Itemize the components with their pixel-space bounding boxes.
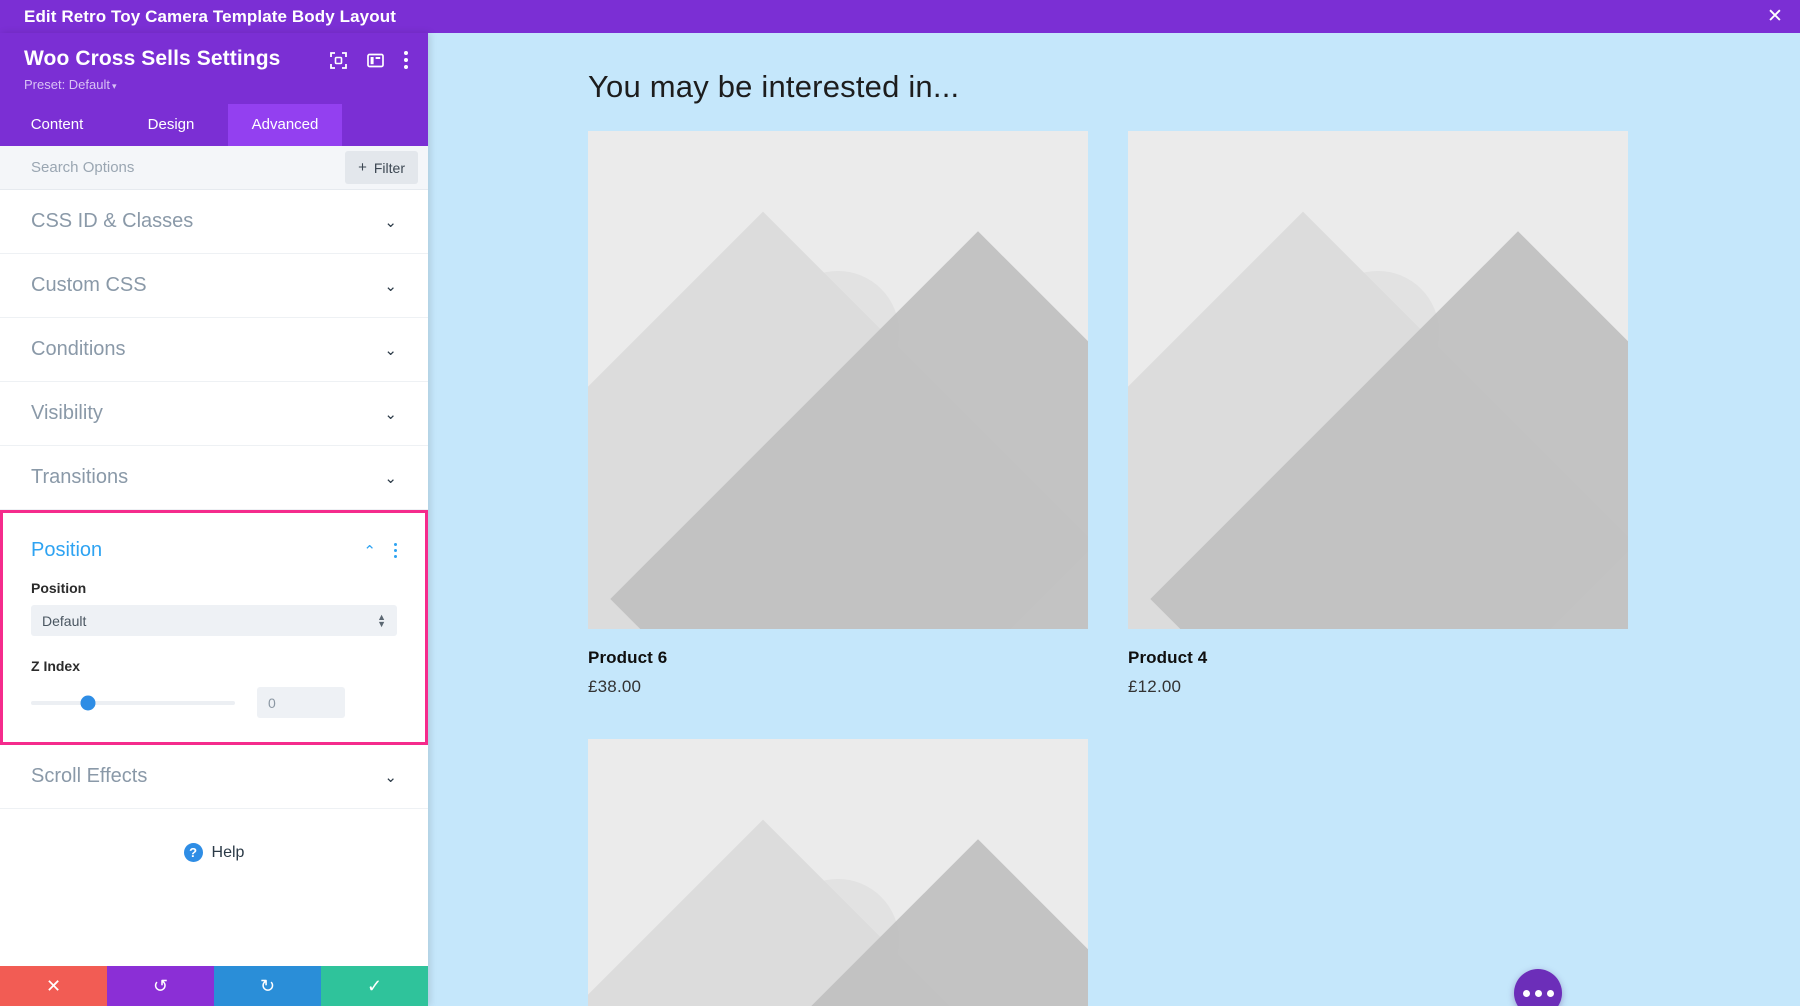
plus-icon: +	[358, 159, 367, 176]
more-vertical-icon[interactable]	[404, 51, 408, 69]
filter-label: Filter	[373, 159, 405, 176]
z-index-field-label: Z Index	[31, 658, 81, 674]
layout-panel-icon[interactable]	[367, 52, 384, 69]
panel-footer: ✕ ↺ ↻ ✓	[0, 966, 428, 1006]
chevron-down-icon: ⌄	[384, 213, 397, 231]
product-image-placeholder	[588, 131, 1088, 629]
section-label: Scroll Effects	[31, 765, 148, 787]
product-card[interactable]: Product 4 £12.00	[1128, 131, 1628, 697]
help-label: Help	[211, 843, 245, 861]
product-name: Product 6	[588, 648, 668, 667]
position-select-value: Default	[42, 612, 87, 629]
panel-tabs: Content Design Advanced	[0, 104, 428, 146]
filter-button[interactable]: + Filter	[345, 151, 418, 184]
product-name: Product 4	[1128, 648, 1208, 667]
settings-panel: Woo Cross Sells Settings Preset: Default…	[0, 33, 428, 1006]
chevron-down-icon: ⌄	[384, 469, 397, 487]
question-mark-icon: ?	[183, 843, 203, 862]
search-input[interactable]	[31, 159, 271, 176]
tab-advanced[interactable]: Advanced	[228, 104, 342, 146]
product-image-placeholder	[1128, 131, 1628, 629]
section-label: CSS ID & Classes	[31, 210, 194, 232]
section-custom-css[interactable]: Custom CSS ⌄	[0, 254, 428, 318]
save-button[interactable]: ✓	[321, 966, 428, 1006]
z-index-input[interactable]	[257, 687, 345, 718]
window-titlebar: Edit Retro Toy Camera Template Body Layo…	[0, 0, 1800, 33]
chevron-down-icon: ▾	[112, 81, 117, 91]
position-select[interactable]: Default ▲ ▼	[31, 605, 397, 636]
window-title: Edit Retro Toy Camera Template Body Layo…	[24, 6, 396, 26]
section-conditions[interactable]: Conditions ⌄	[0, 318, 428, 382]
more-vertical-icon[interactable]	[394, 543, 397, 558]
preview-canvas: You may be interested in... Product 6 £3…	[428, 33, 1800, 1006]
position-field: Position Default ▲ ▼	[3, 570, 425, 636]
options-sections: CSS ID & Classes ⌄ Custom CSS ⌄ Conditio…	[0, 190, 428, 966]
section-visibility[interactable]: Visibility ⌄	[0, 382, 428, 446]
product-grid: Product 6 £38.00 Product 4 £12.00	[588, 131, 1800, 1006]
cross-sells-heading: You may be interested in...	[588, 69, 960, 104]
chevron-updown-icon: ▲ ▼	[377, 611, 386, 629]
product-image-placeholder	[588, 739, 1088, 1006]
section-label: Conditions	[31, 338, 126, 360]
fab-dot	[1522, 989, 1530, 997]
section-position-header[interactable]: Position ⌃	[3, 513, 425, 570]
tab-design[interactable]: Design	[114, 104, 228, 146]
section-css-id-classes[interactable]: CSS ID & Classes ⌄	[0, 190, 428, 254]
product-price: £38.00	[588, 677, 642, 696]
section-scroll-effects[interactable]: Scroll Effects ⌄	[0, 745, 428, 809]
help-button[interactable]: ? Help	[0, 809, 428, 862]
chevron-down-icon: ⌄	[384, 405, 397, 423]
redo-button[interactable]: ↻	[214, 966, 321, 1006]
z-index-slider-thumb[interactable]	[80, 695, 96, 710]
section-label: Position	[31, 539, 103, 561]
preset-selector[interactable]: Preset: Default ▾	[24, 77, 408, 92]
panel-title: Woo Cross Sells Settings	[24, 47, 281, 70]
tab-content[interactable]: Content	[0, 104, 114, 146]
undo-button[interactable]: ↺	[107, 966, 214, 1006]
preset-label: Preset: Default	[24, 77, 110, 92]
chevron-down-icon: ⌄	[384, 341, 397, 359]
chevron-down-icon: ⌄	[384, 768, 397, 786]
close-icon[interactable]: ✕	[1750, 0, 1800, 33]
search-bar: + Filter	[0, 146, 428, 190]
divi-builder-screen: Edit Retro Toy Camera Template Body Layo…	[0, 0, 1800, 1006]
focus-target-icon[interactable]	[330, 51, 347, 69]
chevron-up-icon[interactable]: ⌃	[363, 542, 376, 560]
chevron-down-icon: ⌄	[384, 277, 397, 295]
panel-header: Woo Cross Sells Settings Preset: Default…	[0, 33, 428, 104]
section-transitions[interactable]: Transitions ⌄	[0, 446, 428, 510]
section-position-highlighted: Position ⌃ Position Default ▲ ▼ Z Index	[0, 510, 428, 745]
fab-dot	[1534, 989, 1542, 997]
z-index-slider[interactable]	[31, 695, 235, 710]
product-card[interactable]	[588, 739, 1088, 1006]
cancel-button[interactable]: ✕	[0, 966, 107, 1006]
z-index-field: Z Index	[3, 636, 425, 718]
section-label: Custom CSS	[31, 274, 147, 296]
section-label: Transitions	[31, 466, 129, 488]
product-price: £12.00	[1128, 677, 1182, 696]
section-label: Visibility	[31, 402, 103, 424]
position-field-label: Position	[31, 580, 87, 596]
product-card[interactable]: Product 6 £38.00	[588, 131, 1088, 697]
fab-dot	[1546, 989, 1554, 997]
